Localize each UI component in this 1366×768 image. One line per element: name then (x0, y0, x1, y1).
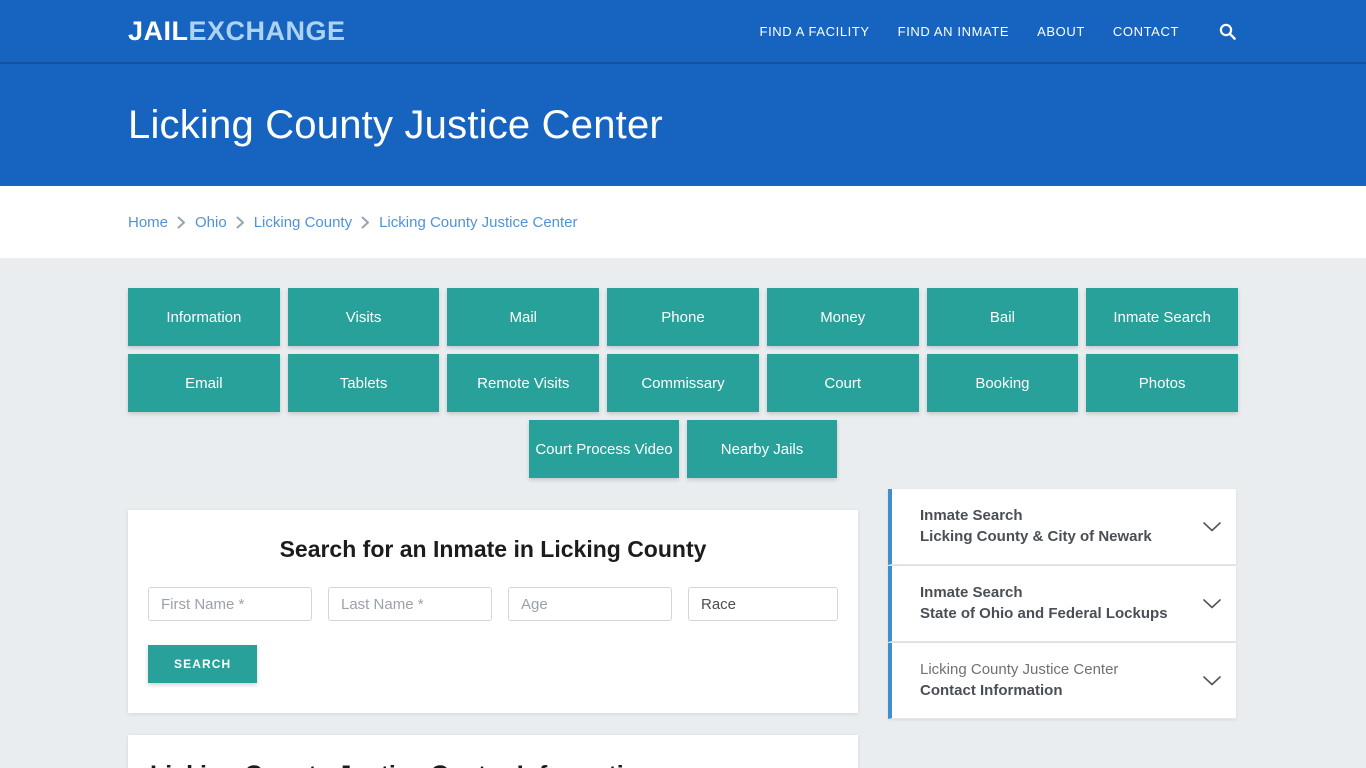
sidebar-accordion: Inmate Search Licking County & City of N… (888, 489, 1236, 720)
tab-visits[interactable]: Visits (287, 288, 440, 346)
tab-booking[interactable]: Booking (926, 354, 1079, 412)
nav-item-about[interactable]: ABOUT (1037, 24, 1085, 39)
tab-mail[interactable]: Mail (447, 288, 600, 346)
facility-tab-grid-row3: Court Process Video Nearby Jails (128, 420, 1238, 478)
tab-inmate-search[interactable]: Inmate Search (1086, 288, 1238, 346)
page-title-band: Licking County Justice Center (0, 64, 1366, 186)
lower-content: Search for an Inmate in Licking County R… (128, 489, 1238, 768)
nav-item-find-a-facility[interactable]: FIND A FACILITY (760, 24, 870, 39)
tab-tablets[interactable]: Tablets (287, 354, 440, 412)
facility-tab-grid-row2: Email Tablets Remote Visits Commissary C… (128, 354, 1238, 412)
tab-commissary[interactable]: Commissary (607, 354, 759, 412)
tab-bail[interactable]: Bail (926, 288, 1079, 346)
accordion-item-inmate-search-county[interactable]: Inmate Search Licking County & City of N… (888, 489, 1236, 565)
facility-information-heading: Licking County Justice Center Informatio… (150, 761, 836, 768)
breadcrumb-item-licking-county[interactable]: Licking County (254, 214, 352, 231)
accordion-item-inmate-search-state[interactable]: Inmate Search State of Ohio and Federal … (888, 566, 1236, 642)
first-name-input[interactable] (148, 587, 312, 621)
breadcrumb-band: Home Ohio Licking County Licking County … (0, 186, 1366, 258)
breadcrumb: Home Ohio Licking County Licking County … (128, 214, 578, 231)
breadcrumb-item-ohio[interactable]: Ohio (195, 214, 227, 231)
tab-email[interactable]: Email (128, 354, 280, 412)
accordion-item-text: Inmate Search State of Ohio and Federal … (920, 583, 1192, 624)
tab-court[interactable]: Court (766, 354, 919, 412)
main-content: Information Visits Mail Phone Money Bail… (0, 258, 1366, 768)
inmate-search-card: Search for an Inmate in Licking County R… (128, 510, 858, 713)
accordion-item-line2: State of Ohio and Federal Lockups (920, 604, 1168, 622)
facility-information-card: Licking County Justice Center Informatio… (128, 735, 858, 768)
breadcrumb-separator-icon (361, 216, 370, 229)
logo-part-jail: JAIL (128, 15, 189, 46)
breadcrumb-item-current[interactable]: Licking County Justice Center (379, 214, 577, 231)
breadcrumb-separator-icon (177, 216, 186, 229)
age-input[interactable] (508, 587, 672, 621)
accordion-item-contact-information[interactable]: Licking County Justice Center Contact In… (888, 643, 1236, 719)
chevron-down-icon[interactable] (1202, 521, 1222, 533)
page-title: Licking County Justice Center (128, 103, 663, 147)
inmate-search-form: Race (148, 587, 838, 621)
primary-nav: FIND A FACILITY FIND AN INMATE ABOUT CON… (760, 23, 1236, 40)
facility-tab-grid-row1: Information Visits Mail Phone Money Bail… (128, 288, 1238, 346)
inmate-search-heading: Search for an Inmate in Licking County (279, 536, 707, 562)
tab-remote-visits[interactable]: Remote Visits (447, 354, 600, 412)
race-select[interactable]: Race (688, 587, 838, 621)
chevron-down-icon[interactable] (1202, 675, 1222, 687)
tab-nearby-jails[interactable]: Nearby Jails (687, 420, 837, 478)
accordion-item-text: Licking County Justice Center Contact In… (920, 660, 1192, 701)
accordion-item-text: Inmate Search Licking County & City of N… (920, 506, 1192, 547)
tab-information[interactable]: Information (128, 288, 280, 346)
search-button[interactable]: SEARCH (148, 645, 258, 683)
site-logo[interactable]: JAILEXCHANGE (128, 15, 346, 46)
tab-phone[interactable]: Phone (607, 288, 759, 346)
logo-part-exchange: EXCHANGE (188, 15, 346, 46)
last-name-input[interactable] (328, 587, 492, 621)
left-column: Search for an Inmate in Licking County R… (128, 510, 858, 768)
search-icon[interactable] (1219, 23, 1236, 40)
accordion-item-line1: Inmate Search (920, 584, 1023, 602)
tab-photos[interactable]: Photos (1086, 354, 1238, 412)
nav-item-contact[interactable]: CONTACT (1113, 24, 1179, 39)
accordion-item-line1: Licking County Justice Center (920, 661, 1119, 679)
nav-item-find-an-inmate[interactable]: FIND AN INMATE (898, 24, 1009, 39)
site-header: JAILEXCHANGE FIND A FACILITY FIND AN INM… (0, 0, 1366, 64)
accordion-item-line2: Licking County & City of Newark (920, 527, 1152, 545)
breadcrumb-separator-icon (236, 216, 245, 229)
accordion-item-line1: Inmate Search (920, 507, 1023, 525)
accordion-item-line2: Contact Information (920, 681, 1063, 699)
tab-money[interactable]: Money (766, 288, 919, 346)
breadcrumb-item-home[interactable]: Home (128, 214, 168, 231)
chevron-down-icon[interactable] (1202, 598, 1222, 610)
tab-court-process-video[interactable]: Court Process Video (529, 420, 679, 478)
